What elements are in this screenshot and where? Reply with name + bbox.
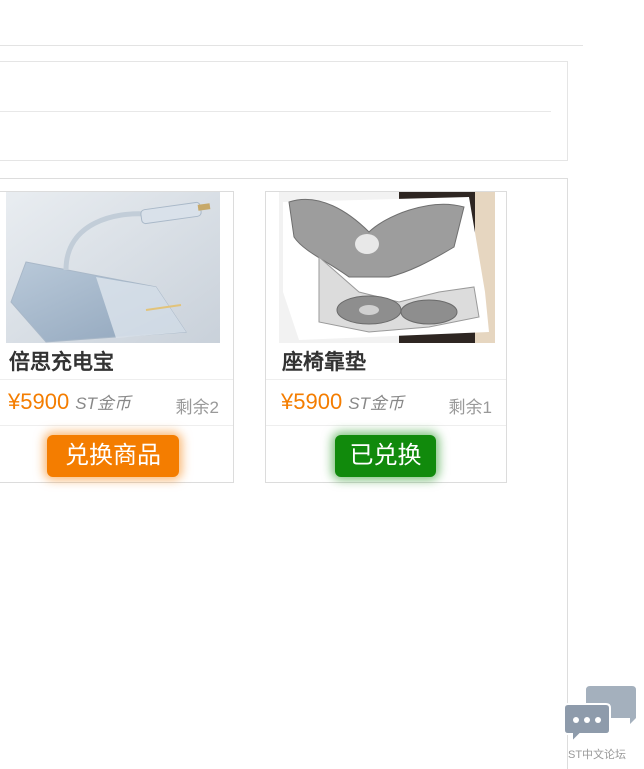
product-name[interactable]: 座椅靠垫: [282, 346, 366, 376]
product-price: ¥5900 ST金币: [8, 389, 131, 415]
product-card: 倍思充电宝 ¥5900 ST金币 剩余2 兑换商品: [0, 191, 234, 483]
redeemed-button: 已兑换: [335, 435, 436, 477]
card-divider: [266, 425, 506, 426]
card-divider: [0, 379, 233, 380]
forum-badge-label[interactable]: ST中文论坛: [568, 746, 626, 762]
price-currency: ST金币: [75, 394, 131, 413]
forum-badge[interactable]: ST中文论坛: [562, 684, 640, 764]
exchange-button[interactable]: 兑换商品: [47, 435, 179, 477]
product-image[interactable]: [6, 192, 220, 343]
card-divider: [0, 425, 233, 426]
price-currency: ST金币: [348, 394, 404, 413]
seat-cushion-icon: [279, 192, 495, 343]
stock-remaining: 剩余2: [175, 398, 219, 417]
price-value: ¥5900: [281, 389, 343, 414]
chat-bubbles-icon: [563, 686, 636, 745]
card-divider: [266, 379, 506, 380]
top-panel: [0, 61, 568, 161]
product-card: 座椅靠垫 ¥5900 ST金币 剩余1 已兑换: [265, 191, 507, 483]
top-panel-divider: [0, 111, 551, 112]
price-value: ¥5900: [8, 389, 70, 414]
power-bank-icon: [6, 192, 220, 343]
stock-remaining: 剩余1: [448, 398, 492, 417]
top-divider: [0, 45, 583, 46]
product-image[interactable]: [279, 192, 495, 343]
product-name[interactable]: 倍思充电宝: [9, 346, 114, 376]
product-price: ¥5900 ST金币: [281, 389, 404, 415]
